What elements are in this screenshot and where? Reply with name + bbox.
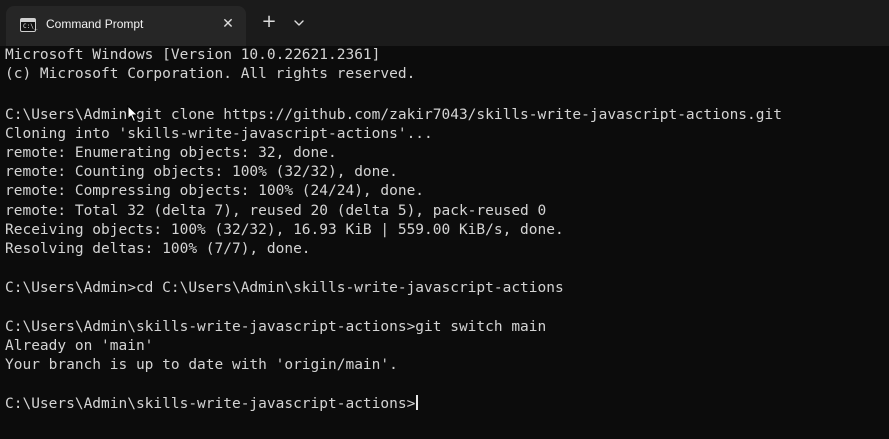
terminal-line: C:\Users\Admin>git clone https://github.… <box>5 107 782 123</box>
mouse-pointer-icon <box>127 104 139 123</box>
close-icon[interactable]: ✕ <box>219 15 237 33</box>
terminal-line: Microsoft Windows [Version 10.0.22621.23… <box>5 47 381 63</box>
terminal-line: C:\Users\Admin\skills-write-javascript-a… <box>5 319 547 335</box>
chevron-down-icon[interactable] <box>290 14 308 32</box>
new-tab-button[interactable]: + <box>259 11 279 33</box>
terminal-line: (c) Microsoft Corporation. All rights re… <box>5 66 416 82</box>
terminal-line: Cloning into 'skills-write-javascript-ac… <box>5 126 433 142</box>
icon-glyph: C:\_ <box>23 23 38 30</box>
tab-title: Command Prompt <box>46 17 144 31</box>
terminal-line: remote: Compressing objects: 100% (24/24… <box>5 183 425 199</box>
terminal-window: C:\_ Command Prompt ✕ + Microsoft Window… <box>0 0 889 439</box>
terminal-line: Your branch is up to date with 'origin/m… <box>5 357 398 373</box>
terminal-line: remote: Enumerating objects: 32, done. <box>5 145 337 161</box>
prompt-text: C:\Users\Admin\skills-write-javascript-a… <box>5 396 416 412</box>
terminal-line: remote: Counting objects: 100% (32/32), … <box>5 164 398 180</box>
terminal-line: Resolving deltas: 100% (7/7), done. <box>5 241 311 257</box>
command-prompt-icon: C:\_ <box>20 18 38 32</box>
terminal-line: Receiving objects: 100% (32/32), 16.93 K… <box>5 222 564 238</box>
tab-command-prompt[interactable]: C:\_ Command Prompt ✕ <box>6 6 246 46</box>
icon-title-bar <box>21 19 35 22</box>
terminal-line: C:\Users\Admin>cd C:\Users\Admin\skills-… <box>5 280 564 296</box>
prompt-line[interactable]: C:\Users\Admin\skills-write-javascript-a… <box>5 395 419 414</box>
terminal-line: Already on 'main' <box>5 338 154 354</box>
text-cursor <box>416 395 419 410</box>
tab-bar: C:\_ Command Prompt ✕ + <box>0 0 889 46</box>
terminal-line: remote: Total 32 (delta 7), reused 20 (d… <box>5 203 547 219</box>
